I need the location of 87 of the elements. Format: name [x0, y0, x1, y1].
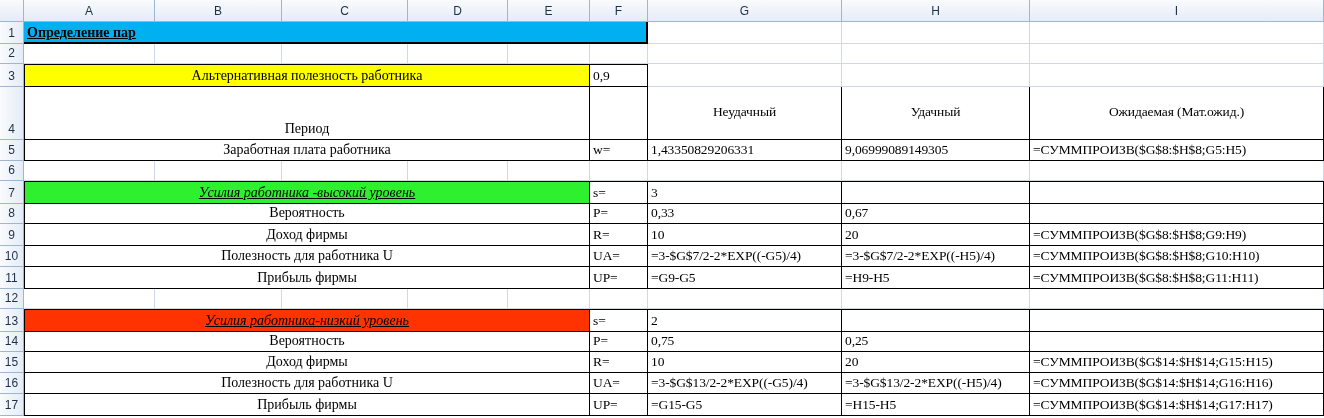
- empty-cell: [590, 161, 648, 181]
- empty-cell: [590, 87, 648, 140]
- row-label: Период: [24, 87, 590, 140]
- row-label: Доход фирмы: [24, 352, 590, 373]
- column-header[interactable]: I: [1030, 0, 1324, 22]
- table-cell: Неудачный: [648, 87, 842, 140]
- table-cell: =3-$G$13/2-2*EXP((-G5)/4): [648, 373, 842, 394]
- row-number[interactable]: 16: [0, 373, 24, 394]
- table-cell: Ожидаемая (Мат.ожид.): [1030, 87, 1324, 140]
- row-number[interactable]: 14: [0, 332, 24, 352]
- row-number[interactable]: 9: [0, 224, 24, 246]
- row-label: Полезность для работника U: [24, 246, 590, 267]
- row-number[interactable]: 8: [0, 204, 24, 224]
- row-number[interactable]: 4: [0, 87, 24, 140]
- table-cell: =СУММПРОИЗВ($G$8:$H$8;G11:H11): [1030, 267, 1324, 289]
- row-number[interactable]: 17: [0, 394, 24, 416]
- row-number[interactable]: 6: [0, 161, 24, 181]
- section-heading: Усилия работника -высокий уровень: [24, 181, 590, 204]
- column-header[interactable]: G: [648, 0, 842, 22]
- column-header[interactable]: D: [408, 0, 508, 22]
- table-cell: =G15-G5: [648, 394, 842, 416]
- row-number[interactable]: 15: [0, 352, 24, 373]
- table-cell: P=: [590, 332, 648, 352]
- column-header[interactable]: C: [282, 0, 408, 22]
- table-cell: s=: [590, 181, 648, 204]
- table-cell: =3-$G$7/2-2*EXP((-H5)/4): [842, 246, 1030, 267]
- table-cell: 0,67: [842, 204, 1030, 224]
- table-cell: =СУММПРОИЗВ($G$8:$H$8;G10:H10): [1030, 246, 1324, 267]
- table-cell: R=: [590, 224, 648, 246]
- table-cell: =СУММПРОИЗВ($G$14:$H$14;G15:H15): [1030, 352, 1324, 373]
- section-heading: Усилия работника-низкий уровень: [24, 309, 590, 332]
- row-label: Прибыль фирмы: [24, 267, 590, 289]
- row-number[interactable]: 5: [0, 140, 24, 161]
- row-number[interactable]: 12: [0, 289, 24, 309]
- row-number[interactable]: 13: [0, 309, 24, 332]
- row-number[interactable]: 1: [0, 22, 24, 44]
- table-cell: =H15-H5: [842, 394, 1030, 416]
- table-cell: P=: [590, 204, 648, 224]
- column-header[interactable]: H: [842, 0, 1030, 22]
- table-cell: UA=: [590, 246, 648, 267]
- table-cell: s=: [590, 309, 648, 332]
- table-cell: w=: [590, 140, 648, 161]
- table-cell: =СУММПРОИЗВ($G$14:$H$14;G17:H17): [1030, 394, 1324, 416]
- table-cell: UA=: [590, 373, 648, 394]
- parameter-label: Альтернативная полезность работника: [24, 64, 590, 87]
- row-label: Вероятность: [24, 332, 590, 352]
- row-number[interactable]: 7: [0, 181, 24, 204]
- table-cell: UP=: [590, 394, 648, 416]
- table-cell: 0,75: [648, 332, 842, 352]
- row-label: Заработная плата работника: [24, 140, 590, 161]
- table-cell: R=: [590, 352, 648, 373]
- table-cell: 0,25: [842, 332, 1030, 352]
- table-cell: =СУММПРОИЗВ($G$8:$H$8;G5:H5): [1030, 140, 1324, 161]
- table-cell: =H9-H5: [842, 267, 1030, 289]
- table-cell: =3-$G$13/2-2*EXP((-H5)/4): [842, 373, 1030, 394]
- row-label: Полезность для работника U: [24, 373, 590, 394]
- select-all-button[interactable]: [0, 0, 24, 22]
- table-cell: 20: [842, 224, 1030, 246]
- row-number[interactable]: 10: [0, 246, 24, 267]
- row-number[interactable]: 11: [0, 267, 24, 289]
- table-cell: =СУММПРОИЗВ($G$8:$H$8;G9:H9): [1030, 224, 1324, 246]
- row-number[interactable]: 2: [0, 44, 24, 64]
- column-header[interactable]: B: [155, 0, 282, 22]
- row-number[interactable]: 3: [0, 64, 24, 87]
- sheet-title: Определение пар: [24, 22, 648, 44]
- table-cell: UP=: [590, 267, 648, 289]
- table-cell: =СУММПРОИЗВ($G$14:$H$14;G16:H16): [1030, 373, 1324, 394]
- table-cell: 20: [842, 352, 1030, 373]
- table-cell: Удачный: [842, 87, 1030, 140]
- empty-cell: [590, 44, 648, 64]
- empty-cell: [590, 289, 648, 309]
- row-label: Доход фирмы: [24, 224, 590, 246]
- table-cell: =3-$G$7/2-2*EXP((-G5)/4): [648, 246, 842, 267]
- column-header[interactable]: A: [24, 0, 155, 22]
- table-cell: 3: [648, 181, 842, 204]
- table-cell: 10: [648, 352, 842, 373]
- table-cell: 0,9: [590, 64, 648, 87]
- table-cell: 9,06999089149305: [842, 140, 1030, 161]
- row-label: Прибыль фирмы: [24, 394, 590, 416]
- table-cell: =G9-G5: [648, 267, 842, 289]
- column-header[interactable]: E: [508, 0, 590, 22]
- column-header[interactable]: F: [590, 0, 648, 22]
- table-cell: 0,33: [648, 204, 842, 224]
- table-cell: 1,43350829206331: [648, 140, 842, 161]
- table-cell: 2: [648, 309, 842, 332]
- row-label: Вероятность: [24, 204, 590, 224]
- table-cell: 10: [648, 224, 842, 246]
